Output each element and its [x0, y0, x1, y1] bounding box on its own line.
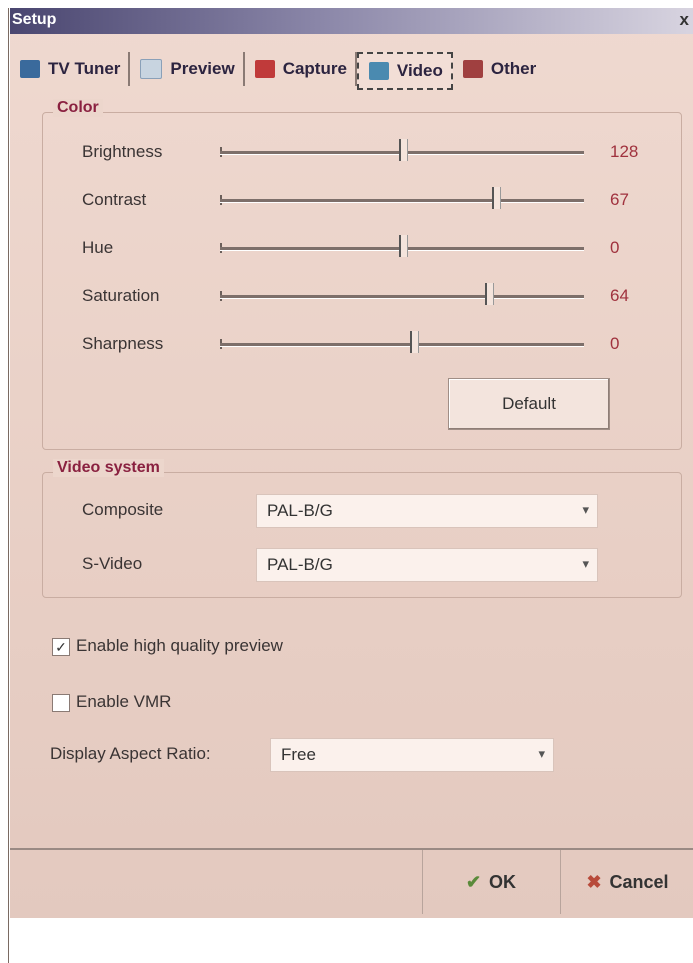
hue-slider[interactable] — [220, 235, 584, 257]
dialog-footer: ✔ OK ✖ Cancel — [10, 848, 693, 916]
cancel-label: Cancel — [609, 871, 669, 892]
hue-value: 0 — [610, 238, 620, 257]
slider-track — [220, 295, 584, 299]
preview-icon — [140, 59, 163, 79]
brightness-slider[interactable] — [220, 139, 584, 161]
vmr-checkbox[interactable] — [52, 694, 70, 712]
saturation-slider[interactable] — [220, 283, 584, 305]
saturation-label: Saturation — [82, 286, 160, 305]
chevron-down-icon: ▾ — [538, 746, 545, 761]
check-icon: ✔ — [465, 871, 482, 892]
brightness-label: Brightness — [82, 142, 163, 161]
tab-label: Capture — [282, 59, 347, 78]
aspect-ratio-label: Display Aspect Ratio: — [50, 744, 211, 763]
video-system-legend: Video system — [53, 459, 164, 477]
video-icon — [368, 62, 389, 80]
default-button[interactable]: Default — [448, 378, 610, 430]
saturation-value: 64 — [610, 286, 629, 305]
sharpness-slider[interactable] — [220, 331, 584, 353]
capture-icon — [254, 60, 275, 78]
contrast-value: 67 — [610, 190, 629, 209]
composite-select[interactable]: PAL-B/G ▾ — [256, 494, 598, 528]
saturation-thumb[interactable] — [485, 283, 494, 305]
title-bar[interactable]: Setup x — [10, 8, 693, 34]
hue-label: Hue — [82, 238, 114, 257]
brightness-thumb[interactable] — [399, 139, 408, 161]
contrast-label: Contrast — [82, 190, 147, 209]
slider-track — [220, 199, 584, 203]
svideo-label: S-Video — [82, 554, 143, 573]
chevron-down-icon: ▾ — [582, 556, 589, 571]
hq-preview-label[interactable]: Enable high quality preview — [76, 636, 283, 656]
tab-bar: TV Tuner Preview Capture Video Other — [10, 52, 544, 90]
aspect-ratio-value: Free — [281, 745, 316, 764]
brightness-value: 128 — [610, 142, 639, 161]
left-frame-line — [8, 8, 9, 963]
tab-capture[interactable]: Capture — [245, 52, 357, 86]
sharpness-thumb[interactable] — [410, 331, 419, 353]
tab-other[interactable]: Other — [453, 52, 544, 86]
tab-label: TV Tuner — [48, 59, 121, 78]
cancel-button[interactable]: ✖ Cancel — [560, 850, 693, 914]
color-legend: Color — [53, 99, 103, 117]
hue-thumb[interactable] — [399, 235, 408, 257]
cancel-icon: ✖ — [586, 871, 602, 892]
contrast-slider[interactable] — [220, 187, 584, 209]
chevron-down-icon: ▾ — [582, 502, 589, 517]
ok-label: OK — [489, 871, 517, 892]
aspect-ratio-select[interactable]: Free ▾ — [270, 738, 554, 772]
window-title: Setup — [12, 11, 57, 28]
other-icon — [462, 60, 483, 78]
tv-tuner-icon — [20, 60, 40, 78]
hq-preview-checkbox[interactable]: ✓ — [52, 638, 70, 656]
close-button[interactable]: x — [680, 10, 689, 30]
composite-label: Composite — [82, 500, 164, 519]
vmr-label[interactable]: Enable VMR — [76, 692, 171, 712]
tab-preview[interactable]: Preview — [130, 52, 245, 86]
setup-dialog: Setup x TV Tuner Preview Capture Video O… — [10, 8, 693, 918]
slider-track — [220, 343, 584, 347]
composite-value: PAL-B/G — [267, 501, 333, 520]
sharpness-value: 0 — [610, 334, 620, 353]
tab-video[interactable]: Video — [356, 52, 453, 90]
tab-label: Preview — [170, 59, 235, 78]
sharpness-label: Sharpness — [82, 334, 164, 353]
svideo-select[interactable]: PAL-B/G ▾ — [256, 548, 598, 582]
tab-label: Other — [490, 59, 537, 78]
ok-button[interactable]: ✔ OK — [422, 850, 559, 914]
contrast-thumb[interactable] — [492, 187, 501, 209]
tab-label: Video — [396, 61, 443, 80]
svideo-value: PAL-B/G — [267, 555, 333, 574]
tab-tv-tuner[interactable]: TV Tuner — [10, 52, 131, 86]
